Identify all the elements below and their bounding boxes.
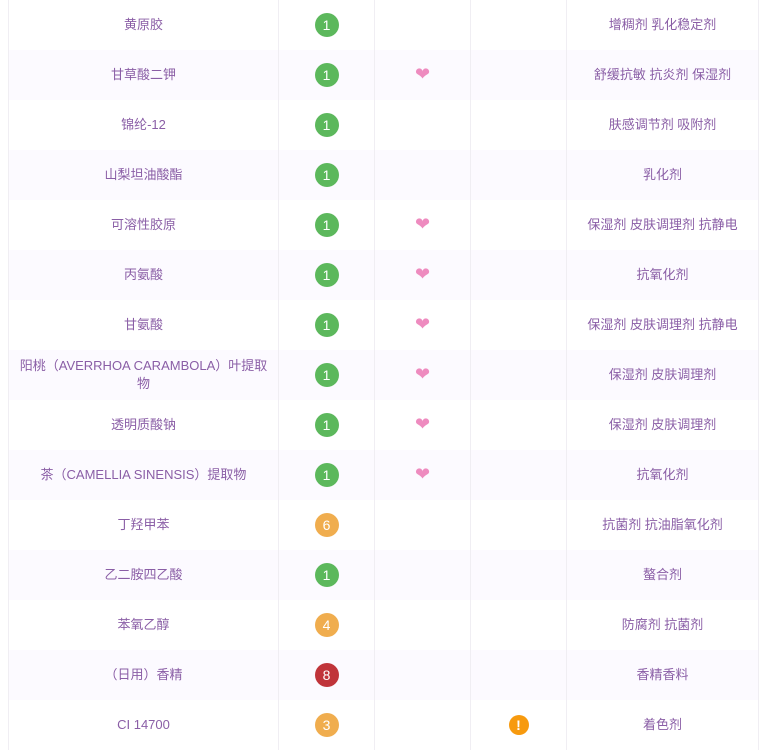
ingredient-purpose: 抗氧化剂 bbox=[566, 450, 759, 500]
ingredient-name[interactable]: 黄原胶 bbox=[8, 0, 279, 50]
ingredient-purpose: 着色剂 bbox=[566, 700, 759, 750]
heart-icon: ❤ bbox=[414, 364, 431, 384]
heart-icon: ❤ bbox=[414, 414, 431, 434]
heart-icon: ❤ bbox=[414, 264, 431, 284]
ingredient-name[interactable]: 丙氨酸 bbox=[8, 250, 279, 300]
safety-score-badge: 1 bbox=[314, 213, 339, 237]
ingredient-name[interactable]: 乙二胺四乙酸 bbox=[8, 550, 279, 600]
heart-icon: ❤ bbox=[414, 64, 431, 84]
ingredient-table: 黄原胶 1 增稠剂 乳化稳定剂甘草酸二钾 1 ❤ 舒缓抗敏 抗炎剂 保湿剂锦纶-12 1 肤感… bbox=[8, 0, 759, 750]
ingredient-name[interactable]: （日用）香精 bbox=[8, 650, 279, 700]
table-row[interactable]: 锦纶-12 1 肤感调节剂 吸附剂 bbox=[8, 100, 759, 150]
safety-score-badge: 1 bbox=[314, 413, 339, 437]
table-row[interactable]: CI 14700 3! 着色剂 bbox=[8, 700, 759, 750]
ingredient-name[interactable]: 甘氨酸 bbox=[8, 300, 279, 350]
ingredient-name[interactable]: 丁羟甲苯 bbox=[8, 500, 279, 550]
ingredient-purpose: 抗菌剂 抗油脂氧化剂 bbox=[566, 500, 759, 550]
ingredient-purpose: 增稠剂 乳化稳定剂 bbox=[566, 0, 759, 50]
ingredient-purpose: 保湿剂 皮肤调理剂 抗静电 bbox=[566, 300, 759, 350]
safety-score-badge: 4 bbox=[314, 613, 339, 637]
ingredient-purpose: 肤感调节剂 吸附剂 bbox=[566, 100, 759, 150]
table-row[interactable]: 乙二胺四乙酸 1 螯合剂 bbox=[8, 550, 759, 600]
safety-score-badge: 8 bbox=[314, 663, 339, 687]
safety-score-badge: 1 bbox=[314, 563, 339, 587]
safety-score-badge: 1 bbox=[314, 363, 339, 387]
ingredient-purpose: 保湿剂 皮肤调理剂 bbox=[566, 350, 759, 400]
table-row[interactable]: 茶（CAMELLIA SINENSIS）提取物 1 ❤ 抗氧化剂 bbox=[8, 450, 759, 500]
ingredient-name[interactable]: 茶（CAMELLIA SINENSIS）提取物 bbox=[8, 450, 279, 500]
ingredient-name[interactable]: 甘草酸二钾 bbox=[8, 50, 279, 100]
ingredient-name[interactable]: 透明质酸钠 bbox=[8, 400, 279, 450]
table-row[interactable]: 黄原胶 1 增稠剂 乳化稳定剂 bbox=[8, 0, 759, 50]
ingredient-name[interactable]: 苯氧乙醇 bbox=[8, 600, 279, 650]
table-row[interactable]: 甘氨酸 1 ❤ 保湿剂 皮肤调理剂 抗静电 bbox=[8, 300, 759, 350]
safety-score-badge: 6 bbox=[314, 513, 339, 537]
ingredient-purpose: 保湿剂 皮肤调理剂 抗静电 bbox=[566, 200, 759, 250]
table-row[interactable]: （日用）香精 8 香精香料 bbox=[8, 650, 759, 700]
ingredient-purpose: 抗氧化剂 bbox=[566, 250, 759, 300]
ingredient-name[interactable]: 可溶性胶原 bbox=[8, 200, 279, 250]
safety-score-badge: 1 bbox=[314, 63, 339, 87]
ingredient-purpose: 防腐剂 抗菌剂 bbox=[566, 600, 759, 650]
safety-score-badge: 3 bbox=[314, 713, 339, 737]
heart-icon: ❤ bbox=[414, 464, 431, 484]
ingredient-purpose: 保湿剂 皮肤调理剂 bbox=[566, 400, 759, 450]
ingredient-purpose: 香精香料 bbox=[566, 650, 759, 700]
table-row[interactable]: 可溶性胶原 1 ❤ 保湿剂 皮肤调理剂 抗静电 bbox=[8, 200, 759, 250]
table-row[interactable]: 丙氨酸 1 ❤ 抗氧化剂 bbox=[8, 250, 759, 300]
ingredient-name[interactable]: CI 14700 bbox=[8, 700, 279, 750]
safety-score-badge: 1 bbox=[314, 13, 339, 37]
safety-score-badge: 1 bbox=[314, 313, 339, 337]
ingredient-purpose: 螯合剂 bbox=[566, 550, 759, 600]
table-row[interactable]: 苯氧乙醇 4 防腐剂 抗菌剂 bbox=[8, 600, 759, 650]
heart-icon: ❤ bbox=[414, 214, 431, 234]
table-row[interactable]: 丁羟甲苯 6 抗菌剂 抗油脂氧化剂 bbox=[8, 500, 759, 550]
table-row[interactable]: 甘草酸二钾 1 ❤ 舒缓抗敏 抗炎剂 保湿剂 bbox=[8, 50, 759, 100]
table-row[interactable]: 山梨坦油酸酯 1 乳化剂 bbox=[8, 150, 759, 200]
ingredient-name[interactable]: 锦纶-12 bbox=[8, 100, 279, 150]
table-row[interactable]: 透明质酸钠 1 ❤ 保湿剂 皮肤调理剂 bbox=[8, 400, 759, 450]
safety-score-badge: 1 bbox=[314, 463, 339, 487]
warning-icon: ! bbox=[508, 715, 529, 735]
safety-score-badge: 1 bbox=[314, 113, 339, 137]
heart-icon: ❤ bbox=[414, 314, 431, 334]
ingredient-name[interactable]: 阳桃（AVERRHOA CARAMBOLA）叶提取物 bbox=[8, 350, 279, 400]
safety-score-badge: 1 bbox=[314, 263, 339, 287]
table-row[interactable]: 阳桃（AVERRHOA CARAMBOLA）叶提取物 1 ❤ 保湿剂 皮肤调理剂 bbox=[8, 350, 759, 400]
ingredient-purpose: 乳化剂 bbox=[566, 150, 759, 200]
ingredient-name[interactable]: 山梨坦油酸酯 bbox=[8, 150, 279, 200]
ingredient-purpose: 舒缓抗敏 抗炎剂 保湿剂 bbox=[566, 50, 759, 100]
safety-score-badge: 1 bbox=[314, 163, 339, 187]
